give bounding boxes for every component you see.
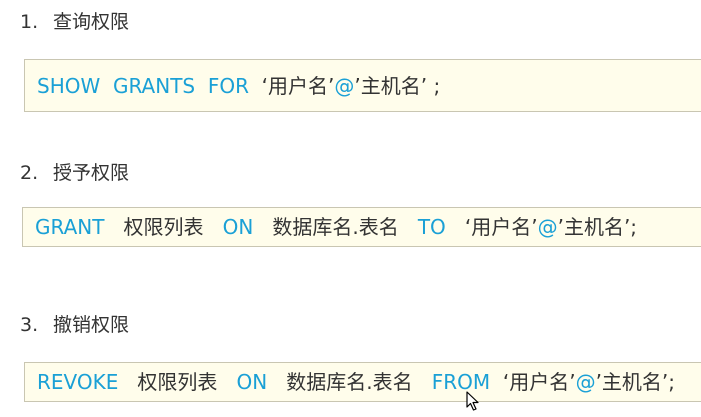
sql-text: 权限列表: [104, 215, 223, 239]
sql-keyword: ON: [222, 215, 254, 239]
sql-text: ‘用户名’: [490, 370, 576, 394]
sql-text: 数据库名.表名: [253, 215, 418, 239]
code-line: SHOW GRANTS FOR ‘用户名’@’主机名’ ;: [37, 73, 440, 99]
section-number: 1.: [20, 11, 39, 33]
code-block-grant[interactable]: GRANT 权限列表 ON 数据库名.表名 TO ‘用户名’@’主机名’;: [22, 207, 701, 247]
sql-keyword: ON: [236, 370, 268, 394]
sql-text: ’主机名’;: [557, 215, 638, 239]
section-heading-1: 1. 查询权限: [20, 10, 129, 34]
section-title: 查询权限: [53, 11, 130, 33]
sql-text: 数据库名.表名: [267, 370, 432, 394]
section-heading-2: 2. 授予权限: [20, 161, 129, 185]
sql-keyword: SHOW GRANTS FOR: [37, 73, 249, 98]
sql-keyword: @: [575, 370, 596, 394]
sql-text: ’主机名’;: [595, 370, 676, 394]
sql-text: 权限列表: [118, 370, 237, 394]
sql-keyword: REVOKE: [37, 370, 119, 394]
section-heading-3: 3. 撤销权限: [20, 313, 129, 337]
sql-text: ’主机名’ ;: [354, 73, 441, 98]
code-line: REVOKE 权限列表 ON 数据库名.表名 FROM ‘用户名’@’主机名’;: [37, 369, 675, 395]
code-block-show-grants[interactable]: SHOW GRANTS FOR ‘用户名’@’主机名’ ;: [24, 59, 701, 112]
section-title: 撤销权限: [53, 314, 130, 336]
mouse-pointer-icon: [466, 391, 479, 411]
sql-keyword: TO: [417, 215, 446, 239]
code-block-revoke[interactable]: REVOKE 权限列表 ON 数据库名.表名 FROM ‘用户名’@’主机名’;: [24, 362, 701, 402]
sql-keyword: @: [334, 73, 355, 98]
sql-text: ‘用户名’: [445, 215, 538, 239]
sql-keyword: FROM: [431, 370, 491, 394]
sql-text: ‘用户名’: [248, 73, 335, 98]
section-number: 3.: [20, 314, 39, 336]
section-title: 授予权限: [53, 162, 130, 184]
sql-keyword: @: [537, 215, 558, 239]
section-number: 2.: [20, 162, 39, 184]
sql-keyword: GRANT: [35, 215, 105, 239]
code-line: GRANT 权限列表 ON 数据库名.表名 TO ‘用户名’@’主机名’;: [35, 214, 637, 240]
